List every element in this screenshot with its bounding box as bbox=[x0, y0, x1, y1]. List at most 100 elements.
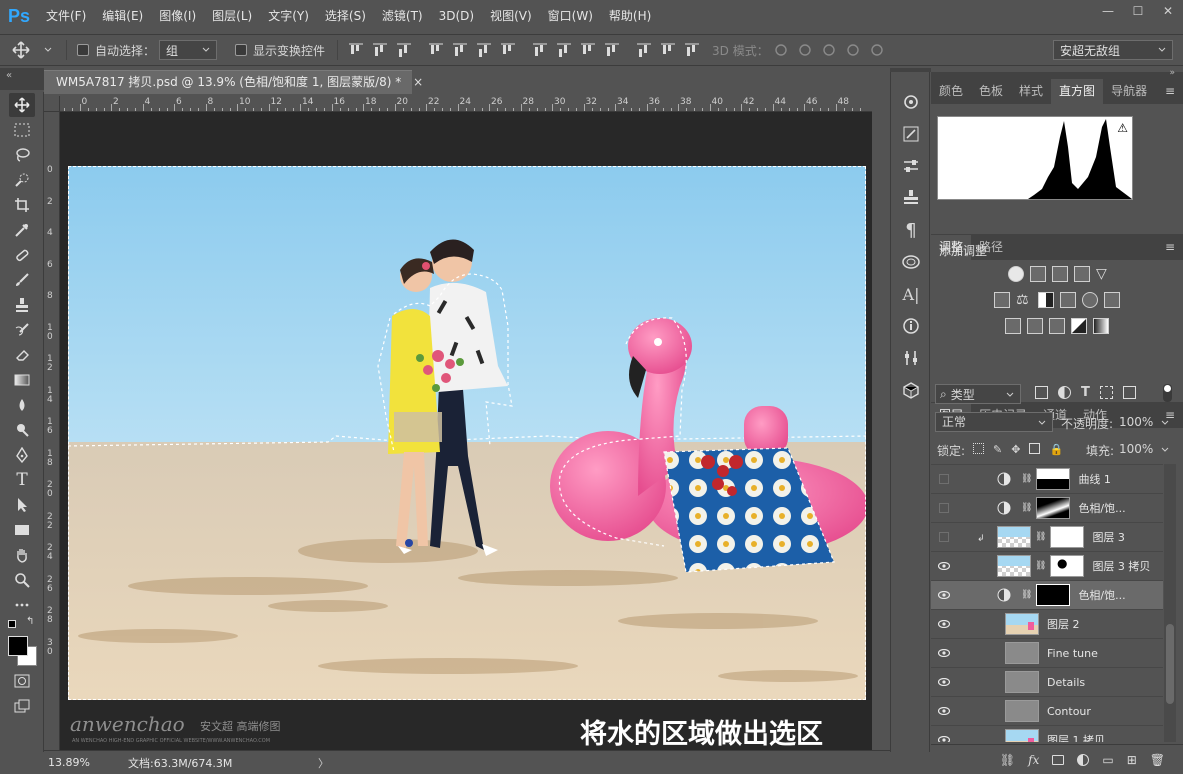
color-lookup-icon[interactable] bbox=[1104, 292, 1120, 308]
levels-icon[interactable] bbox=[1030, 266, 1046, 282]
layers-scrollbar[interactable] bbox=[1164, 464, 1176, 742]
filter-adjustment-icon[interactable] bbox=[1058, 386, 1071, 399]
eye-icon[interactable] bbox=[931, 560, 957, 573]
layer-row[interactable]: ⛓ 曲线 1 bbox=[931, 464, 1163, 493]
collapse-icon[interactable]: » bbox=[1169, 68, 1175, 78]
layer-row[interactable]: 图层 1 拷贝 bbox=[931, 725, 1163, 742]
healing-brush-tool-icon[interactable] bbox=[9, 243, 35, 267]
eraser-tool-icon[interactable] bbox=[9, 343, 35, 367]
tab-top_tabs-3[interactable]: 直方图 bbox=[1051, 79, 1104, 104]
add-mask-icon[interactable] bbox=[1052, 754, 1065, 765]
lock-position-icon[interactable]: ✥ bbox=[1011, 443, 1020, 456]
filter-toggle[interactable] bbox=[1163, 384, 1172, 402]
gradient-tool-icon[interactable] bbox=[9, 368, 35, 392]
layer-mask-thumbnail[interactable] bbox=[1036, 468, 1071, 490]
default-colors-icon[interactable] bbox=[8, 620, 16, 628]
brush-tool-icon[interactable] bbox=[9, 268, 35, 292]
document-canvas[interactable] bbox=[68, 166, 866, 700]
layer-row[interactable]: 图层 2 bbox=[931, 609, 1163, 638]
layer-row[interactable]: ↲ ⛓ 图层 3 bbox=[931, 522, 1163, 551]
history-brush-tool-icon[interactable] bbox=[9, 318, 35, 342]
document-tab[interactable]: WM5A7817 拷贝.psd @ 13.9% (色相/饱和度 1, 图层蒙版/… bbox=[44, 70, 423, 94]
align-icon[interactable] bbox=[452, 42, 468, 58]
swap-colors-icon[interactable]: ↰ bbox=[26, 616, 34, 627]
zoom-tool-icon[interactable] bbox=[9, 568, 35, 592]
chevron-down-icon[interactable] bbox=[1161, 447, 1169, 453]
auto-select-checkbox[interactable] bbox=[77, 44, 89, 56]
show-transform-checkbox[interactable] bbox=[235, 44, 248, 56]
lock-all-icon[interactable]: 🔒 bbox=[1049, 443, 1063, 456]
layer-row[interactable]: ⛓ 色相/饱... bbox=[931, 580, 1163, 609]
align-icon[interactable] bbox=[428, 42, 444, 58]
menu-item[interactable]: 文件(F) bbox=[38, 0, 94, 32]
hue-saturation-icon[interactable] bbox=[994, 292, 1010, 308]
align-icon[interactable] bbox=[660, 42, 676, 58]
close-button[interactable]: ✕ bbox=[1153, 0, 1183, 22]
chevron-down-icon[interactable] bbox=[40, 42, 56, 58]
path-select-tool-icon[interactable] bbox=[9, 493, 35, 517]
link-layers-icon[interactable]: ⛓ bbox=[1000, 753, 1015, 767]
new-adjustment-icon[interactable] bbox=[1077, 753, 1090, 766]
tab-top_tabs-2[interactable]: 样式 bbox=[1011, 79, 1051, 104]
align-icon[interactable] bbox=[684, 42, 700, 58]
3d-tool-icon[interactable] bbox=[869, 42, 885, 58]
threshold-icon[interactable] bbox=[1049, 318, 1065, 334]
panel-menu-icon[interactable]: ≡ bbox=[1165, 84, 1175, 98]
eye-icon[interactable] bbox=[931, 705, 957, 718]
menu-item[interactable]: 视图(V) bbox=[482, 0, 540, 32]
tool-presets-icon[interactable] bbox=[897, 344, 925, 372]
new-group-icon[interactable]: ▭ bbox=[1102, 753, 1113, 767]
blur-tool-icon[interactable] bbox=[9, 393, 35, 417]
align-icon[interactable] bbox=[556, 42, 572, 58]
layer-row[interactable]: Contour bbox=[931, 696, 1163, 725]
lock-artboard-icon[interactable] bbox=[1029, 443, 1041, 454]
minimize-button[interactable]: — bbox=[1093, 0, 1123, 22]
lasso-tool-icon[interactable] bbox=[9, 143, 35, 167]
visibility-toggle[interactable] bbox=[931, 532, 957, 542]
warning-icon[interactable]: ⚠ bbox=[1117, 121, 1128, 135]
menu-item[interactable]: 帮助(H) bbox=[601, 0, 659, 32]
menu-item[interactable]: 文字(Y) bbox=[260, 0, 317, 32]
tab-top_tabs-1[interactable]: 色板 bbox=[971, 79, 1011, 104]
layer-row[interactable]: Details bbox=[931, 667, 1163, 696]
quick-mask-icon[interactable] bbox=[9, 669, 35, 693]
eye-icon[interactable] bbox=[931, 647, 957, 660]
layer-row[interactable]: ⛓ 图层 3 拷贝 bbox=[931, 551, 1163, 580]
filter-shape-icon[interactable] bbox=[1099, 386, 1113, 399]
chain-link-icon[interactable]: ⛓ bbox=[1035, 561, 1046, 571]
pen-tool-icon[interactable] bbox=[9, 443, 35, 467]
lock-pixels-icon[interactable]: ✎ bbox=[993, 443, 1002, 456]
info-icon[interactable] bbox=[897, 312, 925, 340]
fx-icon[interactable]: fx bbox=[1028, 753, 1039, 767]
collapse-icon[interactable]: « bbox=[6, 70, 12, 81]
adjust-sliders-icon[interactable] bbox=[897, 152, 925, 180]
eyedropper-tool-icon[interactable] bbox=[9, 218, 35, 242]
foreground-color-swatch[interactable] bbox=[8, 636, 28, 656]
delete-layer-icon[interactable]: 🗑 bbox=[1150, 753, 1165, 767]
eye-icon[interactable] bbox=[931, 734, 957, 742]
align-icon[interactable] bbox=[476, 42, 492, 58]
align-icon[interactable] bbox=[532, 42, 548, 58]
blend-mode-dropdown[interactable]: 正常 bbox=[935, 412, 1053, 432]
lock-transparent-icon[interactable] bbox=[973, 443, 984, 454]
3d-tool-icon[interactable] bbox=[845, 42, 861, 58]
layer-mask-thumbnail[interactable] bbox=[1050, 526, 1085, 548]
posterize-icon[interactable] bbox=[1027, 318, 1043, 334]
vibrance-icon[interactable]: ▽ bbox=[1096, 266, 1112, 282]
clone-stamp-tool-icon[interactable] bbox=[9, 293, 35, 317]
gradient-map-icon[interactable] bbox=[1093, 318, 1109, 334]
character-icon[interactable]: A| bbox=[897, 280, 925, 308]
menu-item[interactable]: 图像(I) bbox=[151, 0, 204, 32]
opacity-value[interactable]: 100% bbox=[1119, 415, 1153, 429]
zoom-level[interactable]: 13.89% bbox=[44, 756, 100, 769]
workspace-dropdown[interactable]: 安超无敌组 bbox=[1053, 40, 1173, 60]
close-tab-icon[interactable]: × bbox=[413, 75, 423, 89]
layer-row[interactable]: Fine tune bbox=[931, 638, 1163, 667]
black-white-icon[interactable] bbox=[1038, 292, 1054, 308]
properties-icon[interactable] bbox=[897, 88, 925, 116]
move-tool-icon[interactable] bbox=[9, 93, 35, 117]
ruler-origin[interactable] bbox=[44, 96, 60, 112]
dodge-tool-icon[interactable] bbox=[9, 418, 35, 442]
channel-mixer-icon[interactable] bbox=[1082, 292, 1098, 308]
eye-icon[interactable] bbox=[931, 589, 957, 602]
